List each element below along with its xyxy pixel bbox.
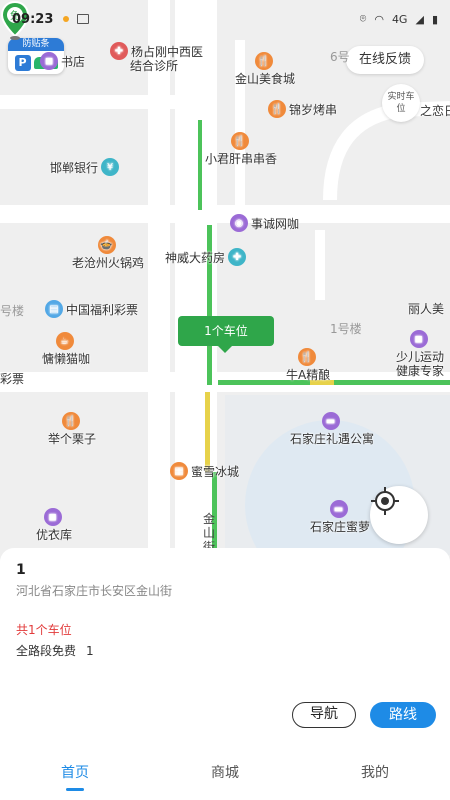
poi-mixue[interactable]: ▦ 蜜雪冰城 (170, 462, 239, 480)
poi-jinshan-food[interactable]: 🍴 金山美食城 (235, 52, 295, 87)
status-bar: 09:23 ⌾ ◠ 4G ◢ ▮ (0, 0, 450, 38)
poi-clinic-line2: 结合诊所 (130, 59, 179, 73)
locate-button[interactable] (370, 486, 428, 544)
navigate-button[interactable]: 导航 (292, 702, 356, 728)
cafe-icon: ☕ (55, 332, 74, 350)
parking-name: 1 (16, 562, 26, 578)
poi-netcafe[interactable]: ◉ 事诚网咖 (230, 214, 299, 232)
tab-mall[interactable]: 商城 (150, 748, 300, 800)
food-icon: 🍲 (97, 236, 116, 254)
food-icon: 🍴 (297, 348, 316, 366)
food-icon: 🍴 (61, 412, 80, 430)
building-label: 6号 (330, 50, 350, 64)
parking-detail-sheet: 1 河北省石家庄市长安区金山街 共1个车位 全路段免费 1 导航 路线 (0, 548, 450, 748)
poi-pharmacy[interactable]: 神威大药房 ✚ (165, 248, 249, 266)
poi-catcafe[interactable]: ☕ 慵懒猫咖 (42, 332, 90, 367)
building-label: 1号楼 (330, 322, 362, 336)
parking-icon: P (14, 54, 31, 71)
clinic-icon: ✚ (110, 42, 128, 60)
store-icon: ◼ (40, 52, 58, 70)
lottery-icon: ▤ (45, 300, 63, 318)
crosshair-icon (371, 487, 399, 515)
poi-uniqlo[interactable]: ◼ 优衣库 (36, 508, 72, 543)
hotel-icon: ▬ (329, 500, 348, 518)
shop-icon: ▦ (170, 462, 188, 480)
image-notification-icon (77, 14, 90, 24)
food-icon: 🍴 (268, 100, 286, 118)
poi-health: 健康专家 (396, 364, 445, 378)
sports-icon: ◼ (409, 330, 428, 348)
netcafe-icon: ◉ (230, 214, 248, 232)
route-button[interactable]: 路线 (370, 702, 436, 728)
tab-mine[interactable]: 我的 (300, 748, 450, 800)
hotel-icon: ▬ (321, 412, 340, 430)
battery-icon: ▮ (431, 12, 438, 26)
poi-lottery-left: 彩票 (0, 372, 25, 386)
poi-brewery[interactable]: 🍴 牛A精酿 (286, 348, 330, 383)
spot-count: 共1个车位 (16, 623, 72, 637)
poi-beauty: 丽人美 (408, 302, 445, 316)
poi-partial-right: 之恋日 (420, 104, 450, 118)
poi-chuanchuan[interactable]: 🍴 小君肝串串香 (205, 132, 277, 167)
parking-spot-tag[interactable]: 1个车位 (178, 316, 274, 353)
poi-miluo[interactable]: ▬ 石家庄蜜萝 (310, 500, 370, 535)
poi-chestnut[interactable]: 🍴 举个栗子 (48, 412, 96, 447)
notification-dot-icon (63, 16, 70, 22)
shop-icon: ◼ (43, 508, 62, 526)
parking-address: 河北省石家庄市长安区金山街 (16, 584, 173, 598)
pharmacy-icon: ✚ (228, 248, 247, 266)
bank-icon: ¥ (101, 158, 120, 176)
poi-lottery[interactable]: ▤ 中国福利彩票 (45, 300, 138, 318)
feedback-button[interactable]: 在线反馈 (346, 46, 424, 74)
poi-kids-sports[interactable]: ◼ 少儿运动 (396, 330, 444, 365)
food-icon: 🍴 (230, 132, 249, 150)
map-view[interactable]: 防贴条 P 在线反馈 实时车位 ◼ 书店 ✚ 杨占刚中西医 结合诊所 🍴 金山美食城 … (0, 0, 450, 560)
poi-bookstore[interactable]: ◼ 书店 (40, 52, 85, 70)
tab-home[interactable]: 首页 (0, 748, 150, 800)
status-time: 09:23 (12, 11, 54, 27)
poi-hotpot[interactable]: 🍲 老沧州火锅鸡 (72, 236, 144, 271)
location-icon: ⌾ (359, 12, 367, 25)
realtime-spots-button[interactable]: 实时车位 (382, 84, 420, 122)
tab-bar: 首页 商城 我的 (0, 748, 450, 800)
signal-icon: ◢ (415, 12, 424, 26)
poi-kaochuan[interactable]: 🍴 锦岁烤串 (268, 100, 337, 118)
building-label: 号楼 (0, 304, 25, 318)
wifi-icon: ◠ (374, 12, 384, 26)
poi-bank[interactable]: 邯郸银行 ¥ (50, 158, 122, 176)
free-info: 全路段免费 1 (16, 644, 94, 658)
food-icon: 🍴 (254, 52, 273, 70)
poi-apartment[interactable]: ▬ 石家庄礼遇公寓 (290, 412, 374, 447)
network-type: 4G (391, 12, 408, 26)
